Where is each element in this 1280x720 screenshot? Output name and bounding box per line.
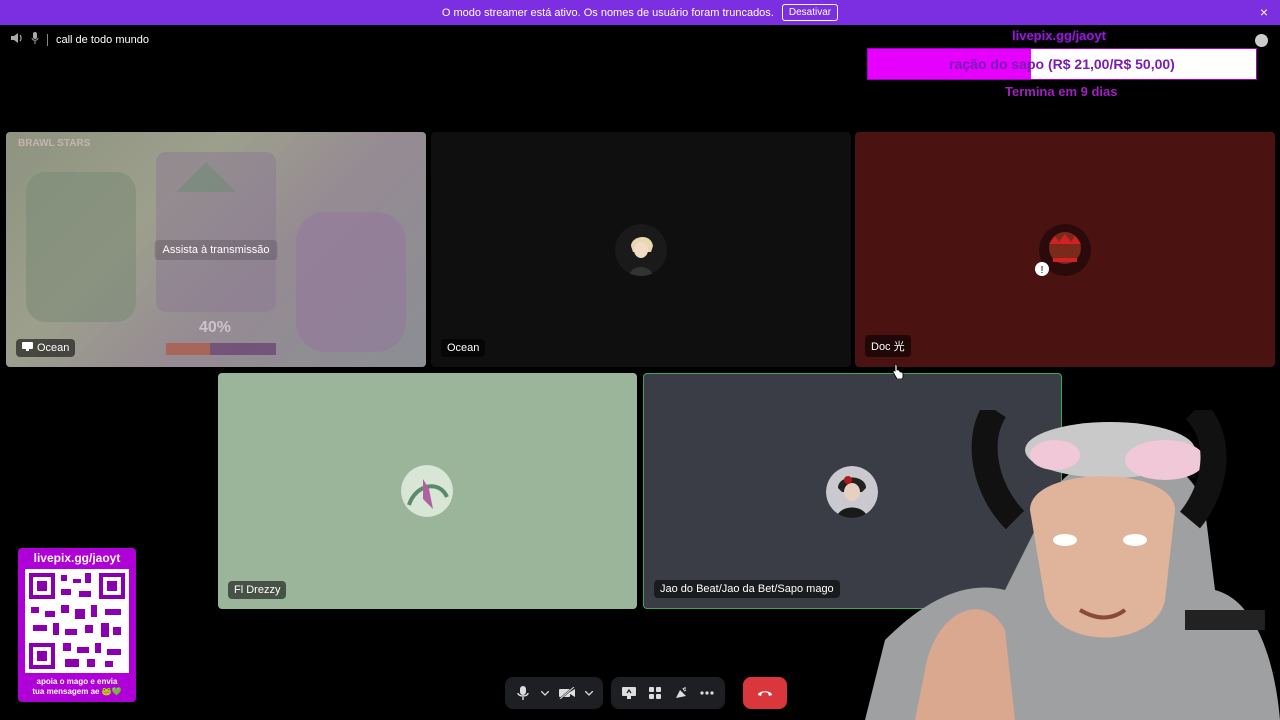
camera-off-icon[interactable] xyxy=(557,683,577,703)
divider xyxy=(47,33,48,46)
tile-name-label: Ocean xyxy=(441,339,486,357)
tile-name-label: Doc 光 xyxy=(865,335,911,357)
svg-text:!: ! xyxy=(1041,265,1044,276)
mic-camera-group xyxy=(505,677,603,709)
screen-share-icon xyxy=(22,342,33,354)
qr-url: livepix.gg/jaoyt xyxy=(33,551,121,565)
goal-url: livepix.gg/jaoyt xyxy=(1012,28,1106,43)
close-icon[interactable]: × xyxy=(1260,4,1268,20)
deafened-icon: ! xyxy=(1035,262,1049,276)
activities-icon[interactable] xyxy=(645,683,665,703)
disable-streamer-mode-button[interactable]: Desativar xyxy=(781,4,839,21)
speaker-icon[interactable] xyxy=(10,32,23,47)
soundboard-icon[interactable] xyxy=(671,683,691,703)
qr-caption: apoia o mago e envia tua mensagem ae 🐸💚 xyxy=(18,677,136,697)
screen-share-icon[interactable] xyxy=(619,683,639,703)
game-logo: BRAWL STARS xyxy=(18,138,91,149)
action-group xyxy=(611,677,725,709)
livepix-qr-card: livepix.gg/jaoyt apoia o mago e envia tu… xyxy=(18,548,136,702)
tile-name-label: Fl Drezzy xyxy=(228,581,287,599)
chevron-down-icon[interactable] xyxy=(539,683,551,703)
participant-name: Ocean xyxy=(447,342,480,354)
leave-call-button[interactable] xyxy=(743,677,787,709)
qr-code-image xyxy=(25,569,129,673)
more-icon[interactable] xyxy=(697,683,717,703)
goal-end-text: Termina em 9 dias xyxy=(1005,84,1118,99)
stream-tile-ocean[interactable]: BRAWL STARS 40% Assista à transmissão Oc… xyxy=(6,132,426,367)
streamer-mode-banner: O modo streamer está ativo. Os nomes de … xyxy=(0,0,1280,25)
game-progress-bar xyxy=(166,343,276,355)
tile-name-label: Ocean xyxy=(16,339,76,357)
call-controls xyxy=(505,677,787,709)
banner-message: O modo streamer está ativo. Os nomes de … xyxy=(441,6,774,19)
qr-caption-line: tua mensagem ae 🐸💚 xyxy=(32,687,122,696)
participant-name: Fl Drezzy xyxy=(234,584,281,596)
participant-name: Doc 光 xyxy=(871,341,905,353)
game-progress-fill xyxy=(166,343,210,355)
mouse-cursor xyxy=(892,363,904,379)
donation-goal-bar: ração do sapo (R$ 21,00/R$ 50,00) xyxy=(867,48,1257,80)
voice-channel-header: call de todo mundo xyxy=(10,32,149,47)
mic-status-icon xyxy=(31,32,39,47)
watch-stream-button[interactable]: Assista à transmissão xyxy=(154,239,278,260)
participant-name: Ocean xyxy=(37,342,70,354)
chevron-down-icon[interactable] xyxy=(583,683,595,703)
tile-name-label: Jao do Beat/Jao da Bet/Sapo mago xyxy=(654,580,840,598)
chat-icon[interactable] xyxy=(1255,34,1268,47)
game-progress-text: 40% xyxy=(199,319,232,336)
participant-tile-doc[interactable]: ! Doc 光 xyxy=(855,132,1275,367)
participant-tile-fl-drezzy[interactable]: Fl Drezzy xyxy=(218,373,637,609)
channel-name: call de todo mundo xyxy=(56,33,149,46)
qr-caption-line: apoia o mago e envia xyxy=(36,677,118,686)
streamer-webcam xyxy=(865,410,1280,720)
participant-tile-ocean[interactable]: Ocean xyxy=(431,132,851,367)
goal-label: ração do sapo (R$ 21,00/R$ 50,00) xyxy=(949,56,1175,72)
avatar xyxy=(401,465,453,517)
avatar xyxy=(615,224,667,276)
leave-call-icon xyxy=(757,684,773,702)
discord-call-screen: O modo streamer está ativo. Os nomes de … xyxy=(0,0,1280,720)
participant-name: Jao do Beat/Jao da Bet/Sapo mago xyxy=(660,583,834,595)
microphone-icon[interactable] xyxy=(513,683,533,703)
